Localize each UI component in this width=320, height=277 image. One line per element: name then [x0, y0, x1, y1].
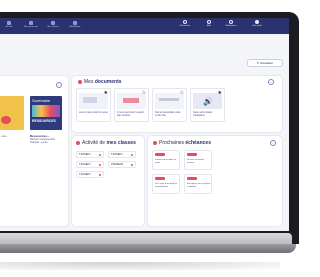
deadline-tag [155, 177, 165, 180]
class-row[interactable]: PSMSEP1 [108, 161, 136, 168]
laptop-scene: Accueil Mes ressources Mes classes Bibli… [0, 0, 299, 277]
document-title: Sed ut perspiciatis unde omnis iste [155, 111, 181, 117]
document-card[interactable]: ★ Lorem ipsum dolor sit amet [76, 88, 111, 122]
laptop-base-edge [0, 244, 296, 253]
book-caption-level: Français - Lycée [30, 141, 48, 144]
title-bold: mes classes [106, 140, 136, 146]
star-outline-icon[interactable]: ☆ [142, 90, 146, 96]
nav-item-label: Mes ressources [23, 26, 39, 28]
book-icon [73, 21, 77, 25]
book-badge [1, 116, 11, 124]
info-icon[interactable]: i [270, 140, 276, 146]
book-cover-left[interactable] [0, 96, 24, 130]
document-title: Ut enim ad minim veniam, quis nostrud [117, 111, 145, 117]
deadline-tag [155, 153, 165, 156]
book-ressources-label: RESSOURCES [32, 119, 56, 123]
classes-dot-icon [76, 140, 80, 145]
deadline-tag [187, 177, 197, 180]
nav-right-label: Mon profil [252, 25, 262, 27]
class-row[interactable]: TSASEP1 [76, 171, 104, 178]
deadline-card[interactable]: Excepteur sint occaecat cupidatat [184, 174, 212, 194]
classes-panel: Activité de mes classes TSASEP1 TSASEP1 … [72, 136, 144, 226]
class-label: TSASEP1 [79, 153, 91, 156]
alert-dot-icon [130, 153, 133, 156]
nav-right-label: Rechercher [179, 25, 191, 27]
nav-item-library[interactable]: Bibliothèque [64, 20, 86, 32]
star-icon[interactable]: ★ [104, 90, 108, 96]
deadline-title: Ut enim ad minim veniam [187, 159, 205, 164]
star-icon[interactable]: ★ [218, 90, 222, 96]
title-bold: échéances [185, 140, 211, 146]
classes-title: Activité de mes classes [76, 140, 136, 146]
top-nav: Accueil Mes ressources Mes classes Bibli… [0, 18, 289, 34]
title-prefix: Activité de [82, 140, 107, 146]
laptop-shadow [0, 262, 280, 270]
nav-right-label: Aide [206, 25, 211, 27]
nav-item-classes[interactable]: Mes classes [44, 20, 62, 32]
star-outline-icon[interactable]: ☆ [180, 90, 184, 96]
document-card[interactable]: ☆ Sed ut perspiciatis unde omnis iste [152, 88, 187, 122]
title-bold: documents [94, 79, 122, 85]
nav-right-label: Notifications [225, 25, 237, 27]
deadline-title: Excepteur sint occaecat cupidatat [187, 183, 211, 188]
deadline-card[interactable]: Ut enim ad minim veniam [184, 150, 212, 170]
class-row[interactable]: TSASEP1 [76, 161, 104, 168]
notifications-button[interactable]: Notifications [222, 20, 240, 27]
documents-title: Mes documents [78, 79, 122, 85]
nav-item-label: Accueil [5, 26, 13, 28]
search-button[interactable]: Rechercher [176, 20, 194, 27]
book-caption-left: ...ire - [0, 134, 8, 138]
deadlines-panel: Prochaines échéances i Lorem ipsum dolor… [148, 136, 282, 226]
title-prefix: Mes [84, 79, 95, 85]
alert-dot-icon [98, 163, 101, 166]
home-icon [7, 21, 11, 25]
book-cover-art [32, 105, 60, 117]
folder-icon [29, 21, 33, 25]
alert-dot-icon [130, 163, 133, 166]
profile-button[interactable]: Mon profil [248, 20, 266, 27]
search-icon [183, 20, 187, 24]
deadlines-title: Prochaines échéances [153, 140, 211, 146]
class-label: PSMSEP1 [111, 163, 124, 166]
alert-dot-icon [98, 173, 101, 176]
class-row[interactable]: TSASEP1 [108, 151, 136, 158]
documents-panel: Mes documents i ★ Lorem ipsum dolor sit … [72, 76, 282, 132]
deadline-title: Lorem ipsum dolor sit amet [155, 159, 176, 164]
deadline-card[interactable]: Lorem ipsum dolor sit amet [152, 150, 180, 170]
class-label: TSASEP1 [111, 153, 123, 156]
document-title: Nemo enim ipsam voluptatem [193, 111, 213, 117]
documents-dot-icon [78, 79, 82, 84]
app-screen: Accueil Mes ressources Mes classes Bibli… [0, 18, 289, 231]
book-sommaire-label: Sommaire [32, 98, 51, 103]
class-label: TSASEP1 [79, 163, 91, 166]
info-icon[interactable]: i [268, 79, 274, 85]
speaker-icon: 🔊 [203, 97, 213, 106]
help-icon [207, 20, 211, 24]
document-card[interactable]: ☆ Ut enim ad minim veniam, quis nostrud [114, 88, 149, 122]
laptop-base [0, 233, 299, 263]
info-icon[interactable]: i [56, 82, 62, 88]
nav-item-label: Mes classes [47, 26, 59, 28]
user-icon [255, 20, 259, 24]
class-row[interactable]: TSASEP1 [76, 151, 104, 158]
deadline-tag [187, 153, 197, 156]
nav-item-label: Bibliothèque [69, 26, 81, 28]
nav-item-home[interactable]: Accueil [2, 20, 16, 32]
alert-dot-icon [98, 153, 101, 156]
title-prefix: Prochaines [159, 140, 186, 146]
deadline-title: Duis aute irure dolor in reprehenderit [155, 183, 178, 188]
book-cover-right[interactable]: Sommaire RESSOURCES [30, 96, 62, 130]
nav-item-resources[interactable]: Mes ressources [20, 20, 42, 32]
users-icon [51, 21, 55, 25]
class-label: TSASEP1 [79, 173, 91, 176]
resources-panel: i Sommaire RESSOURCES ...ire - Ressource… [0, 76, 68, 226]
refresh-button[interactable]: ↻ Actualiser [247, 59, 283, 67]
document-title: Lorem ipsum dolor sit amet [79, 111, 108, 114]
document-card[interactable]: 🔊 ★ Nemo enim ipsam voluptatem [190, 88, 225, 122]
deadlines-dot-icon [153, 140, 157, 145]
help-button[interactable]: Aide [200, 20, 218, 27]
deadline-card[interactable]: Duis aute irure dolor in reprehenderit [152, 174, 180, 194]
bell-icon [229, 20, 233, 24]
